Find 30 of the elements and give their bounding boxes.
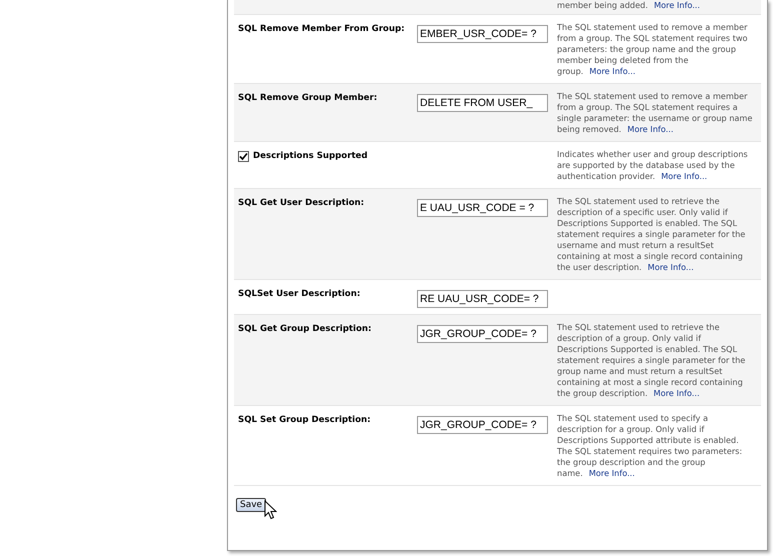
save-button[interactable]: Save [236,498,266,512]
field-label: SQL Remove Group Member: [238,92,378,105]
more-info-link[interactable]: More Info... [648,262,694,272]
sql-input-field[interactable]: JGR_GROUP_CODE= ? [417,325,548,343]
field-description: The SQL statement used to remove a member from a group. The SQL statement requires two parameters: the group name and the group member being deleted from the group. More Info... [557,22,749,77]
field-label: SQL Get Group Description: [238,323,372,336]
field-description: member being added. More Info... [557,0,702,11]
field-label: SQL Remove Member From Group: [238,23,406,36]
field-description: The SQL statement used to remove a member from a group. The SQL statement requires a single parameter: the username or group name being removed. More Info... [557,91,754,135]
field-description: The SQL statement used to specify a description for a group. Only valid if Descriptions Supported attribute is enabled. The SQL statement requires two parameters: the group description and the group name. More Info... [557,413,744,479]
more-info-link[interactable]: More Info... [627,124,674,134]
more-info-link[interactable]: More Info... [654,388,700,398]
field-description: Indicates whether user and group descriptions are supported by the database used by the authentication provider. More Info... [557,149,749,182]
field-description: The SQL statement used to retrieve the description of a group. Only valid if Descriptions Supported is enabled. The SQL statement requires a single parameter for the group name and must return a resultSet containing at most a single record containing the group description. More Info... [557,322,746,399]
sql-input-field[interactable]: RE UAU_USR_CODE= ? [417,290,548,308]
sql-input-field[interactable]: EMBER_USR_CODE= ? [417,25,548,43]
checkbox[interactable] [238,151,249,162]
field-label: SQL Get User Description: [238,197,366,210]
checkbox-label: Descriptions Supported [253,150,368,161]
more-info-link[interactable]: More Info... [588,468,635,478]
more-info-link[interactable]: More Info... [661,171,708,181]
more-info-link[interactable]: More Info... [654,0,700,10]
sql-input-field[interactable]: E UAU_USR_CODE = ? [417,199,548,217]
mouse-pointer-icon [264,500,277,520]
more-info-link[interactable]: More Info... [589,66,636,76]
sql-input-field[interactable]: DELETE FROM USER_ [417,94,548,112]
field-label: SQL Set Group Description: [238,414,372,427]
field-label: SQLSet User Description: [238,288,362,301]
sql-input-field[interactable]: JGR_GROUP_CODE= ? [417,416,548,434]
field-description: The SQL statement used to retrieve the description of a specific user. Only valid if Descriptions Supported is enabled. The SQL statement requires a single parameter for the username and must return a resultSet containing at most a single record containing the user description. More Info... [557,196,746,273]
